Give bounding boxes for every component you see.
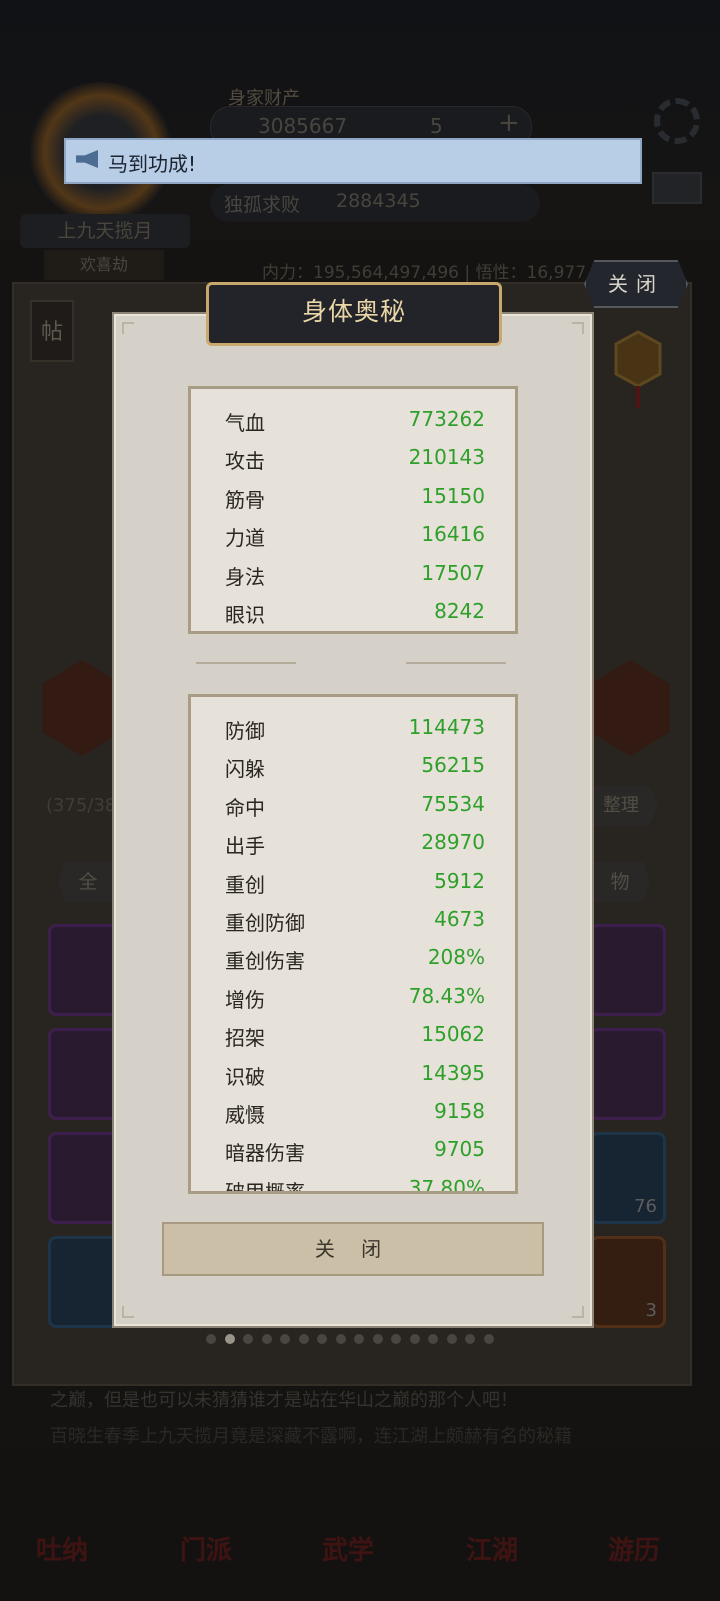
- corner-ornament: [572, 1306, 584, 1318]
- page-dot: [483, 1334, 494, 1344]
- stat-label: 闪躲: [225, 757, 265, 782]
- stat-value: 75534: [421, 791, 485, 816]
- megaphone-icon: [76, 150, 98, 168]
- stat-row: 招架 15062: [191, 1018, 515, 1056]
- secondary-stats-box[interactable]: 防御 114473 闪躲 56215 命中 75534 出手 28970 重创 5912 重创防御 4…: [188, 694, 518, 1194]
- page-dot: [317, 1334, 327, 1344]
- stat-value: 28970: [421, 830, 485, 855]
- stat-label: 力道: [225, 526, 265, 551]
- corner-ornament: [122, 1306, 134, 1318]
- page-dot: [261, 1334, 272, 1344]
- page-dot: [224, 1334, 235, 1344]
- stat-row: 身法 17507: [191, 557, 515, 595]
- stat-value: 8242: [434, 599, 485, 623]
- stat-row: 命中 75534: [191, 788, 515, 826]
- stat-label: 增伤: [225, 987, 265, 1012]
- page-dot: [298, 1334, 309, 1344]
- stat-row: 闪躲 56215: [191, 749, 515, 787]
- stat-value: 15062: [421, 1022, 485, 1047]
- stat-value: 9705: [434, 1137, 485, 1162]
- toast-text: 马到功成!: [108, 152, 197, 176]
- stat-row: 气血 773262: [191, 403, 515, 441]
- stat-label: 气血: [225, 411, 265, 435]
- stat-label: 识破: [225, 1064, 265, 1089]
- stat-label: 出手: [225, 834, 265, 859]
- modal-close-button[interactable]: 关 闭: [162, 1222, 544, 1276]
- stat-label: 命中: [225, 795, 265, 820]
- stat-value: 9158: [434, 1099, 485, 1123]
- stat-value: 14395: [421, 1060, 485, 1085]
- stat-value: 208%: [427, 945, 485, 970]
- stat-value: 773262: [408, 407, 485, 431]
- stat-label: 暗器伤害: [225, 1141, 305, 1166]
- stat-label: 破甲概率: [225, 1179, 305, 1194]
- ornamental-divider: [196, 662, 506, 664]
- stat-row: 识破 14395: [191, 1057, 515, 1095]
- stat-label: 身法: [225, 564, 265, 589]
- stat-row: 增伤 78.43%: [191, 980, 515, 1018]
- stat-value: 15150: [421, 483, 485, 508]
- page-indicator: [206, 1334, 506, 1346]
- stat-row: 出手 28970: [191, 826, 515, 864]
- top-close-button[interactable]: 关闭: [584, 260, 688, 308]
- stat-label: 筋骨: [225, 487, 265, 512]
- stat-value: 16416: [421, 522, 485, 547]
- modal-title: 身体奥秘: [301, 297, 406, 326]
- page-dot: [335, 1334, 346, 1344]
- page-dot: [280, 1334, 290, 1344]
- stat-row: 重创 5912: [191, 865, 515, 903]
- stat-value: 4673: [434, 907, 485, 931]
- stat-label: 攻击: [225, 449, 265, 474]
- stat-row: 暗器伤害 9705: [191, 1133, 515, 1171]
- stat-value: 78.43%: [408, 983, 485, 1008]
- stat-label: 威慑: [225, 1103, 265, 1127]
- corner-ornament: [122, 322, 134, 334]
- stat-row: 攻击 210143: [191, 441, 515, 479]
- stat-row: 防御 114473: [191, 711, 515, 749]
- stat-label: 眼识: [225, 603, 265, 627]
- page-dot: [206, 1334, 216, 1344]
- toast-notification: 马到功成!: [64, 138, 642, 184]
- stat-value: 5912: [434, 868, 485, 893]
- stat-row: 筋骨 15150: [191, 480, 515, 518]
- stat-row: 眼识 8242: [191, 595, 515, 631]
- stat-label: 重创防御: [225, 911, 305, 935]
- stat-value: 17507: [421, 560, 485, 585]
- page-dot: [354, 1334, 364, 1344]
- stat-label: 招架: [225, 1026, 265, 1051]
- stat-row: 重创防御 4673: [191, 903, 515, 941]
- stat-value: 56215: [421, 753, 485, 778]
- corner-ornament: [572, 322, 584, 334]
- primary-stats-box: 气血 773262 攻击 210143 筋骨 15150 力道 16416 身法 17507 眼识 8…: [188, 386, 518, 634]
- stat-label: 防御: [225, 719, 265, 743]
- stat-row: 力道 16416: [191, 518, 515, 556]
- stat-value: 210143: [408, 445, 485, 470]
- stat-label: 重创伤害: [225, 949, 305, 974]
- page-dot: [446, 1334, 457, 1344]
- stat-row: 威慑 9158: [191, 1095, 515, 1133]
- stat-row: 重创伤害 208%: [191, 941, 515, 979]
- stat-value: 37.80%: [408, 1175, 485, 1194]
- page-dot: [391, 1334, 401, 1344]
- stat-label: 重创: [225, 872, 265, 897]
- page-dot: [409, 1334, 420, 1344]
- stat-row: 破甲概率 37.80%: [191, 1172, 515, 1194]
- page-dot: [428, 1334, 438, 1344]
- page-dot: [465, 1334, 475, 1344]
- page-dot: [243, 1334, 253, 1344]
- page-dot: [372, 1334, 383, 1344]
- stat-value: 114473: [408, 715, 485, 739]
